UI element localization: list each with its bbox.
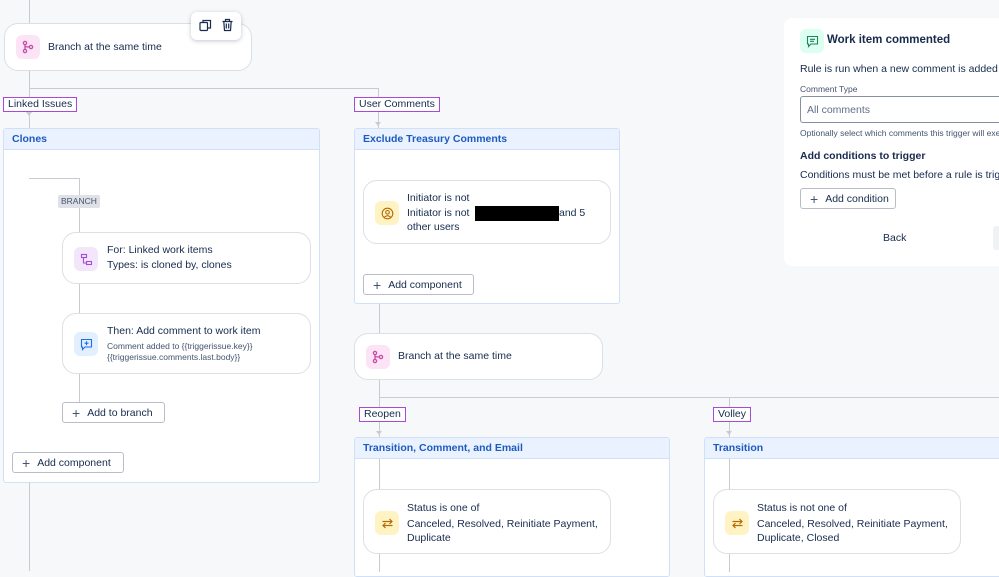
branch-tag-linked-issues[interactable]: Linked Issues — [3, 97, 78, 112]
comment-type-label: Comment Type — [800, 84, 858, 94]
branch-tag-volley[interactable]: Volley — [713, 407, 752, 422]
initiator-line-2-prefix: Initiator is not — [407, 207, 470, 219]
transition-icon — [725, 511, 749, 535]
status-condition-card[interactable]: Status is one of Canceled, Resolved, Rei… — [363, 489, 611, 554]
then-title: Then: Add comment to work item — [107, 325, 261, 337]
add-condition-button[interactable]: + Add condition — [800, 188, 896, 209]
status-line-2: Canceled, Resolved, Reinitiate Payment, — [407, 518, 598, 530]
branch-tag-user-comments[interactable]: User Comments — [354, 97, 440, 112]
comment-icon — [800, 29, 824, 53]
next-button[interactable] — [993, 226, 999, 250]
connector-line — [729, 554, 730, 572]
copy-icon[interactable] — [199, 19, 212, 32]
for-line-1: For: Linked work items — [107, 244, 213, 256]
top-branch-label: Branch at the same time — [48, 41, 162, 53]
conditions-heading: Add conditions to trigger — [800, 150, 926, 162]
for-line-2: Types: is cloned by, clones — [107, 259, 232, 271]
sub-branch-label: Branch at the same time — [398, 350, 512, 362]
redacted-block — [475, 206, 559, 221]
arrow-icon — [726, 431, 732, 435]
connector-line — [29, 88, 378, 89]
branch-icon — [366, 345, 390, 369]
status-line-2: Canceled, Resolved, Reinitiate Payment, — [757, 518, 948, 530]
connector-line — [29, 0, 30, 25]
connector-line — [379, 303, 380, 333]
add-comment-action-card[interactable]: Then: Add comment to work item Comment a… — [62, 313, 311, 374]
trigger-description: Rule is run when a new comment is added … — [800, 63, 999, 75]
add-to-branch-label: Add to branch — [87, 406, 153, 419]
add-to-branch-button[interactable]: + Add to branch — [62, 402, 165, 423]
initiator-line-2-suffix: and 5 — [559, 207, 586, 219]
add-component-button[interactable]: + Add component — [12, 452, 124, 473]
hierarchy-icon — [74, 247, 98, 271]
connector-line — [379, 459, 380, 489]
status-line-3: Duplicate — [407, 532, 451, 544]
arrow-icon — [26, 112, 32, 116]
group-title: Clones — [4, 129, 319, 150]
connector-line — [379, 554, 380, 572]
comment-type-hint: Optionally select which comments this tr… — [800, 128, 999, 138]
clones-group: Clones — [3, 128, 320, 483]
conditions-text: Conditions must be met before a rule is … — [800, 169, 999, 181]
user-icon — [375, 201, 399, 225]
arrow-icon — [375, 122, 381, 126]
add-component-label: Add component — [37, 456, 111, 469]
for-linked-items-card[interactable]: For: Linked work items Types: is cloned … — [62, 232, 311, 284]
add-condition-label: Add condition — [825, 192, 889, 205]
initiator-line-3: other users — [407, 221, 460, 233]
connector-line — [379, 397, 999, 398]
status-line-1: Status is one of — [407, 502, 480, 514]
connector-line — [729, 459, 730, 489]
connector-line — [29, 178, 79, 179]
branch-icon — [16, 35, 40, 59]
add-component-button[interactable]: + Add component — [363, 274, 474, 295]
arrow-icon — [376, 431, 382, 435]
initiator-condition-card[interactable]: Initiator is not Initiator is not and 5 … — [363, 180, 611, 244]
sub-branch-card[interactable]: Branch at the same time — [354, 333, 603, 380]
group-title: Transition, Comment, and Email — [355, 438, 669, 459]
comment-type-select[interactable]: All comments — [800, 96, 999, 123]
then-detail-1: Comment added to {{triggerissue.key}} — [107, 341, 253, 351]
status-condition-card[interactable]: Status is not one of Canceled, Resolved,… — [713, 489, 961, 554]
node-toolbar — [191, 12, 241, 40]
comment-type-value: All comments — [807, 104, 871, 116]
branch-badge: BRANCH — [58, 195, 100, 208]
trash-icon[interactable] — [221, 18, 234, 32]
add-component-label: Add component — [388, 278, 462, 291]
plus-icon: + — [810, 190, 819, 207]
branch-tag-reopen[interactable]: Reopen — [359, 407, 406, 422]
trigger-title: Work item commented — [827, 34, 951, 46]
status-line-3: Duplicate, Closed — [757, 532, 840, 544]
plus-icon: + — [373, 276, 382, 293]
plus-icon: + — [72, 404, 81, 421]
status-line-1: Status is not one of — [757, 502, 847, 514]
trigger-config-panel: Work item commented Rule is run when a n… — [784, 18, 999, 266]
group-title: Exclude Treasury Comments — [355, 129, 619, 150]
back-button[interactable]: Back — [883, 232, 906, 244]
initiator-line-1: Initiator is not — [407, 192, 470, 204]
transition-icon — [375, 511, 399, 535]
plus-icon: + — [22, 454, 31, 471]
comment-add-icon — [74, 332, 98, 356]
group-title: Transition — [705, 438, 999, 459]
then-detail-2: {{triggerissue.comments.last.body}} — [107, 352, 241, 362]
